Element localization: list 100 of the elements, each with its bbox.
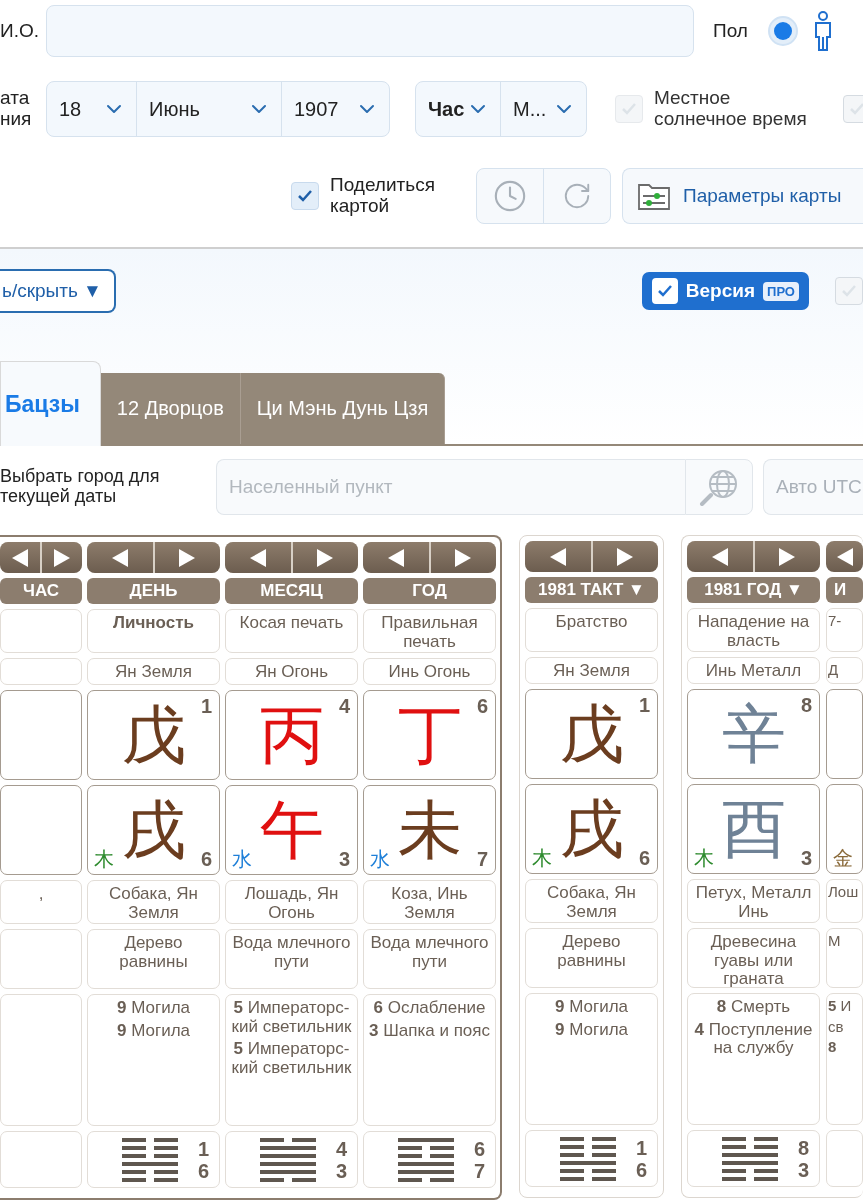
column-header[interactable]: 1981 ГОД ▼ (687, 577, 820, 603)
next-button[interactable] (754, 541, 820, 572)
refresh-icon (562, 181, 592, 211)
nayin-cell: Дерево равнины (87, 929, 220, 989)
star-cell: Косая печать (225, 609, 358, 653)
hexagram-drawing (259, 1137, 316, 1182)
folder-sliders-icon (637, 181, 671, 211)
name-label: И.О. (0, 20, 40, 42)
hexagram-drawing (559, 1136, 616, 1181)
branch-character: 戌 (121, 798, 186, 862)
hexagram-drawing (121, 1137, 178, 1182)
element-cell: Ян Огонь (225, 658, 358, 685)
element-cell: Инь Огонь (363, 658, 496, 685)
globe-search-icon (699, 468, 739, 506)
previous-button[interactable] (826, 541, 863, 572)
trigram-number: 6 (473, 1137, 486, 1160)
tick-icon (297, 189, 313, 203)
stage-text: 9 Могила (115, 999, 192, 1018)
stage-text: 6 Ослабление (372, 999, 487, 1018)
element-cell: Д (826, 657, 863, 684)
stem-number: 8 (800, 694, 812, 716)
column-header[interactable]: МЕСЯЦ (225, 578, 358, 604)
next-button[interactable] (430, 542, 496, 573)
star-cell: Личность (87, 609, 220, 653)
stem-character: 戊 (559, 702, 624, 766)
chart-settings-button[interactable]: Параметры карты (622, 168, 863, 224)
pro-version-button[interactable]: Версия ПРО (641, 272, 809, 310)
previous-button[interactable] (363, 542, 429, 573)
trigram-number: 6 (197, 1159, 210, 1182)
trigram-number: 4 (335, 1137, 348, 1160)
column-header[interactable]: ДЕНЬ (87, 578, 220, 604)
previous-button[interactable] (0, 542, 40, 573)
name-field[interactable] (46, 5, 694, 57)
branch-character: 午 (259, 798, 324, 862)
checkbox[interactable] (843, 95, 863, 123)
hexagram-drawing (397, 1137, 454, 1182)
animal-cell: Лош (826, 879, 863, 923)
stage-text: св (828, 1018, 845, 1035)
previous-button[interactable] (525, 541, 591, 572)
previous-button[interactable] (87, 542, 153, 573)
element-character: 水 (232, 848, 252, 870)
stem-character: 丁 (397, 703, 462, 767)
star-cell: Братство (525, 608, 658, 652)
previous-button[interactable] (225, 542, 291, 573)
column-header[interactable]: ГОД (363, 578, 496, 604)
gender-radio[interactable] (767, 16, 798, 46)
next-button[interactable] (154, 542, 220, 573)
element-character: 木 (694, 847, 714, 869)
tab[interactable]: Бацзы (0, 361, 101, 446)
branch-number: 3 (800, 847, 812, 869)
branch-character: 未 (397, 798, 462, 862)
trigram-number: 1 (197, 1137, 210, 1160)
next-button[interactable] (592, 541, 658, 572)
trigram-number: 3 (335, 1159, 348, 1182)
next-button[interactable] (42, 542, 82, 573)
nayin-cell: Вода млечного пути (225, 929, 358, 989)
right-triangle-icon (52, 547, 72, 568)
branch-number: 7 (476, 848, 488, 870)
city-label: Выбрать город для текущей даты (0, 467, 161, 507)
branch-number: 3 (338, 848, 350, 870)
trigram-number: 6 (635, 1158, 648, 1181)
column-header[interactable]: ЧАС (0, 578, 82, 604)
branch-number: 6 (200, 848, 212, 870)
element-character: 金 (833, 847, 853, 869)
checkbox[interactable] (291, 182, 319, 210)
stem-character: 辛 (721, 702, 786, 766)
previous-button[interactable] (687, 541, 753, 572)
stage-text: 8 Смерть (715, 998, 792, 1017)
gender-label: Пол (713, 20, 748, 42)
trigram-number: 7 (473, 1159, 486, 1182)
stem-character: 丙 (259, 703, 324, 767)
branch-character: 戌 (559, 797, 624, 861)
hexagram-drawing (721, 1136, 778, 1181)
stage-text: 8 (828, 1039, 838, 1056)
tab[interactable]: Ци Мэнь Дунь Цзя (240, 373, 446, 444)
utc-field[interactable]: Авто UTC (763, 459, 863, 515)
branch-character: 酉 (721, 797, 786, 861)
stage-text: 5 Императорс-кий светильник (230, 1040, 353, 1078)
trigram-number: 8 (797, 1136, 810, 1159)
element-cell: Инь Металл (687, 657, 820, 684)
animal-cell: Петух, Металл Инь (687, 879, 820, 923)
stem-number: 1 (638, 694, 650, 716)
city-field[interactable]: Населенный пункт (216, 459, 685, 515)
column-header[interactable]: 1981 ТАКТ ▼ (525, 577, 658, 603)
star-cell: 7- (826, 608, 863, 652)
stem-number: 1 (200, 695, 212, 717)
element-character: 木 (94, 848, 114, 870)
star-cell: Нападение на власть (687, 608, 820, 652)
element-cell: Ян Земля (525, 657, 658, 684)
left-triangle-icon (10, 547, 30, 568)
hexagram-cell (826, 1130, 863, 1187)
next-button[interactable] (292, 542, 358, 573)
branch-number: 6 (638, 847, 650, 869)
trigram-number: 1 (635, 1136, 648, 1159)
column-header[interactable]: И (826, 577, 863, 603)
tab[interactable]: 12 Дворцов (100, 373, 241, 444)
show-hide-button[interactable]: ь/скрыть ▼ (0, 269, 116, 313)
share-label: Поделиться картой (330, 175, 436, 217)
star-cell: Правильная печать (363, 609, 496, 653)
checkbox[interactable] (835, 277, 863, 305)
